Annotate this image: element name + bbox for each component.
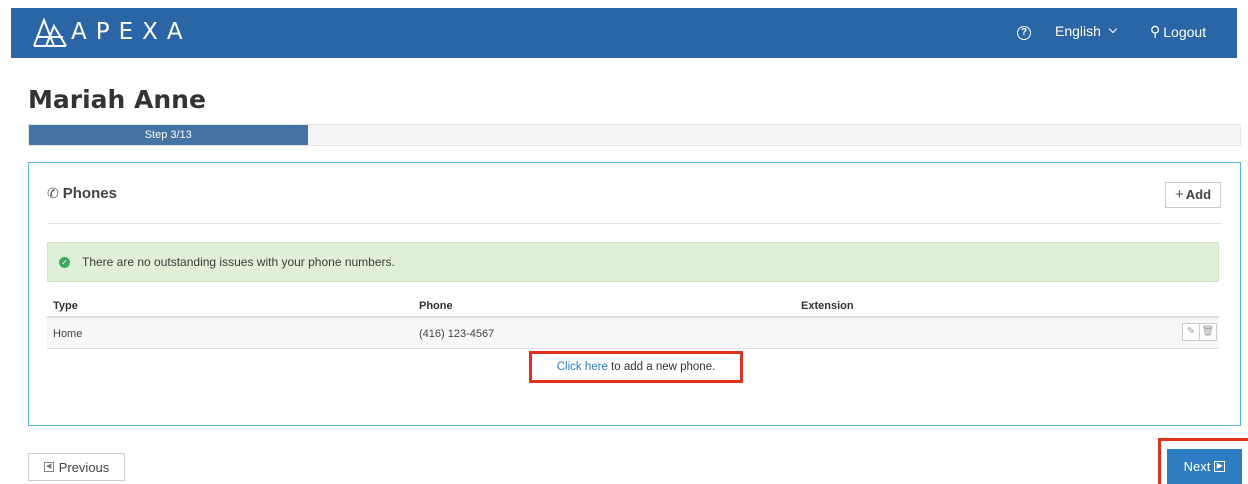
panel-header: ✆ Phones: [47, 185, 117, 202]
click-here-link[interactable]: Click here: [557, 361, 608, 373]
next-button[interactable]: Next ▶: [1167, 449, 1242, 484]
row-actions: ✎ 🗑: [1182, 323, 1217, 341]
column-header-extension: Extension: [801, 300, 854, 312]
column-header-type: Type: [53, 300, 78, 312]
plus-icon: +: [1174, 186, 1184, 203]
page-title: Mariah Anne: [28, 85, 206, 114]
language-label: English: [1055, 23, 1101, 39]
success-alert: ✓ There are no outstanding issues with y…: [47, 242, 1219, 282]
edit-icon[interactable]: ✎: [1182, 323, 1200, 341]
trash-icon[interactable]: 🗑: [1199, 323, 1217, 341]
check-circle-icon: ✓: [59, 256, 70, 268]
logout-label: Logout: [1163, 23, 1207, 40]
arrow-right-square-icon: ▶: [1214, 461, 1226, 472]
apexa-logo[interactable]: APEXA: [33, 17, 192, 47]
alert-text: There are no outstanding issues with you…: [82, 255, 395, 269]
apexa-logo-icon: [33, 17, 67, 47]
add-phone-button[interactable]: + Add: [1165, 182, 1221, 208]
step-progress-bar: Step 3/13: [28, 124, 1241, 146]
divider: [47, 223, 1222, 224]
next-label: Next: [1183, 459, 1211, 474]
phone-icon: ✆: [47, 185, 59, 201]
chevron-down-icon: [1108, 24, 1118, 34]
help-icon[interactable]: ?: [1017, 26, 1031, 40]
previous-label: Previous: [58, 459, 110, 475]
logout-link[interactable]: ⚲ Logout: [1150, 23, 1206, 40]
cell-type: Home: [53, 328, 83, 340]
phones-panel: ✆ Phones + Add ✓ There are no outstanding…: [28, 162, 1241, 426]
add-phone-hint-text: to add a new phone.: [607, 361, 716, 373]
logo-text: APEXA: [71, 19, 192, 45]
table-header: Type Phone Extension: [47, 292, 1219, 318]
phones-table: Type Phone Extension Home (416) 123-4567…: [47, 292, 1219, 349]
step-progress-fill: Step 3/13: [29, 125, 308, 145]
add-phone-hint: Click here to add a new phone.: [529, 351, 743, 383]
key-icon: ⚲: [1150, 23, 1161, 39]
top-navigation-bar: APEXA ? English ⚲ Logout: [11, 8, 1237, 58]
add-label: Add: [1185, 187, 1212, 202]
panel-title: Phones: [62, 185, 117, 202]
column-header-phone: Phone: [419, 300, 453, 312]
previous-button[interactable]: ◀ Previous: [28, 453, 125, 481]
cell-phone: (416) 123-4567: [419, 328, 495, 340]
table-row: Home (416) 123-4567 ✎ 🗑: [47, 318, 1219, 349]
arrow-left-square-icon: ◀: [43, 462, 54, 472]
language-selector[interactable]: English: [1055, 23, 1118, 39]
